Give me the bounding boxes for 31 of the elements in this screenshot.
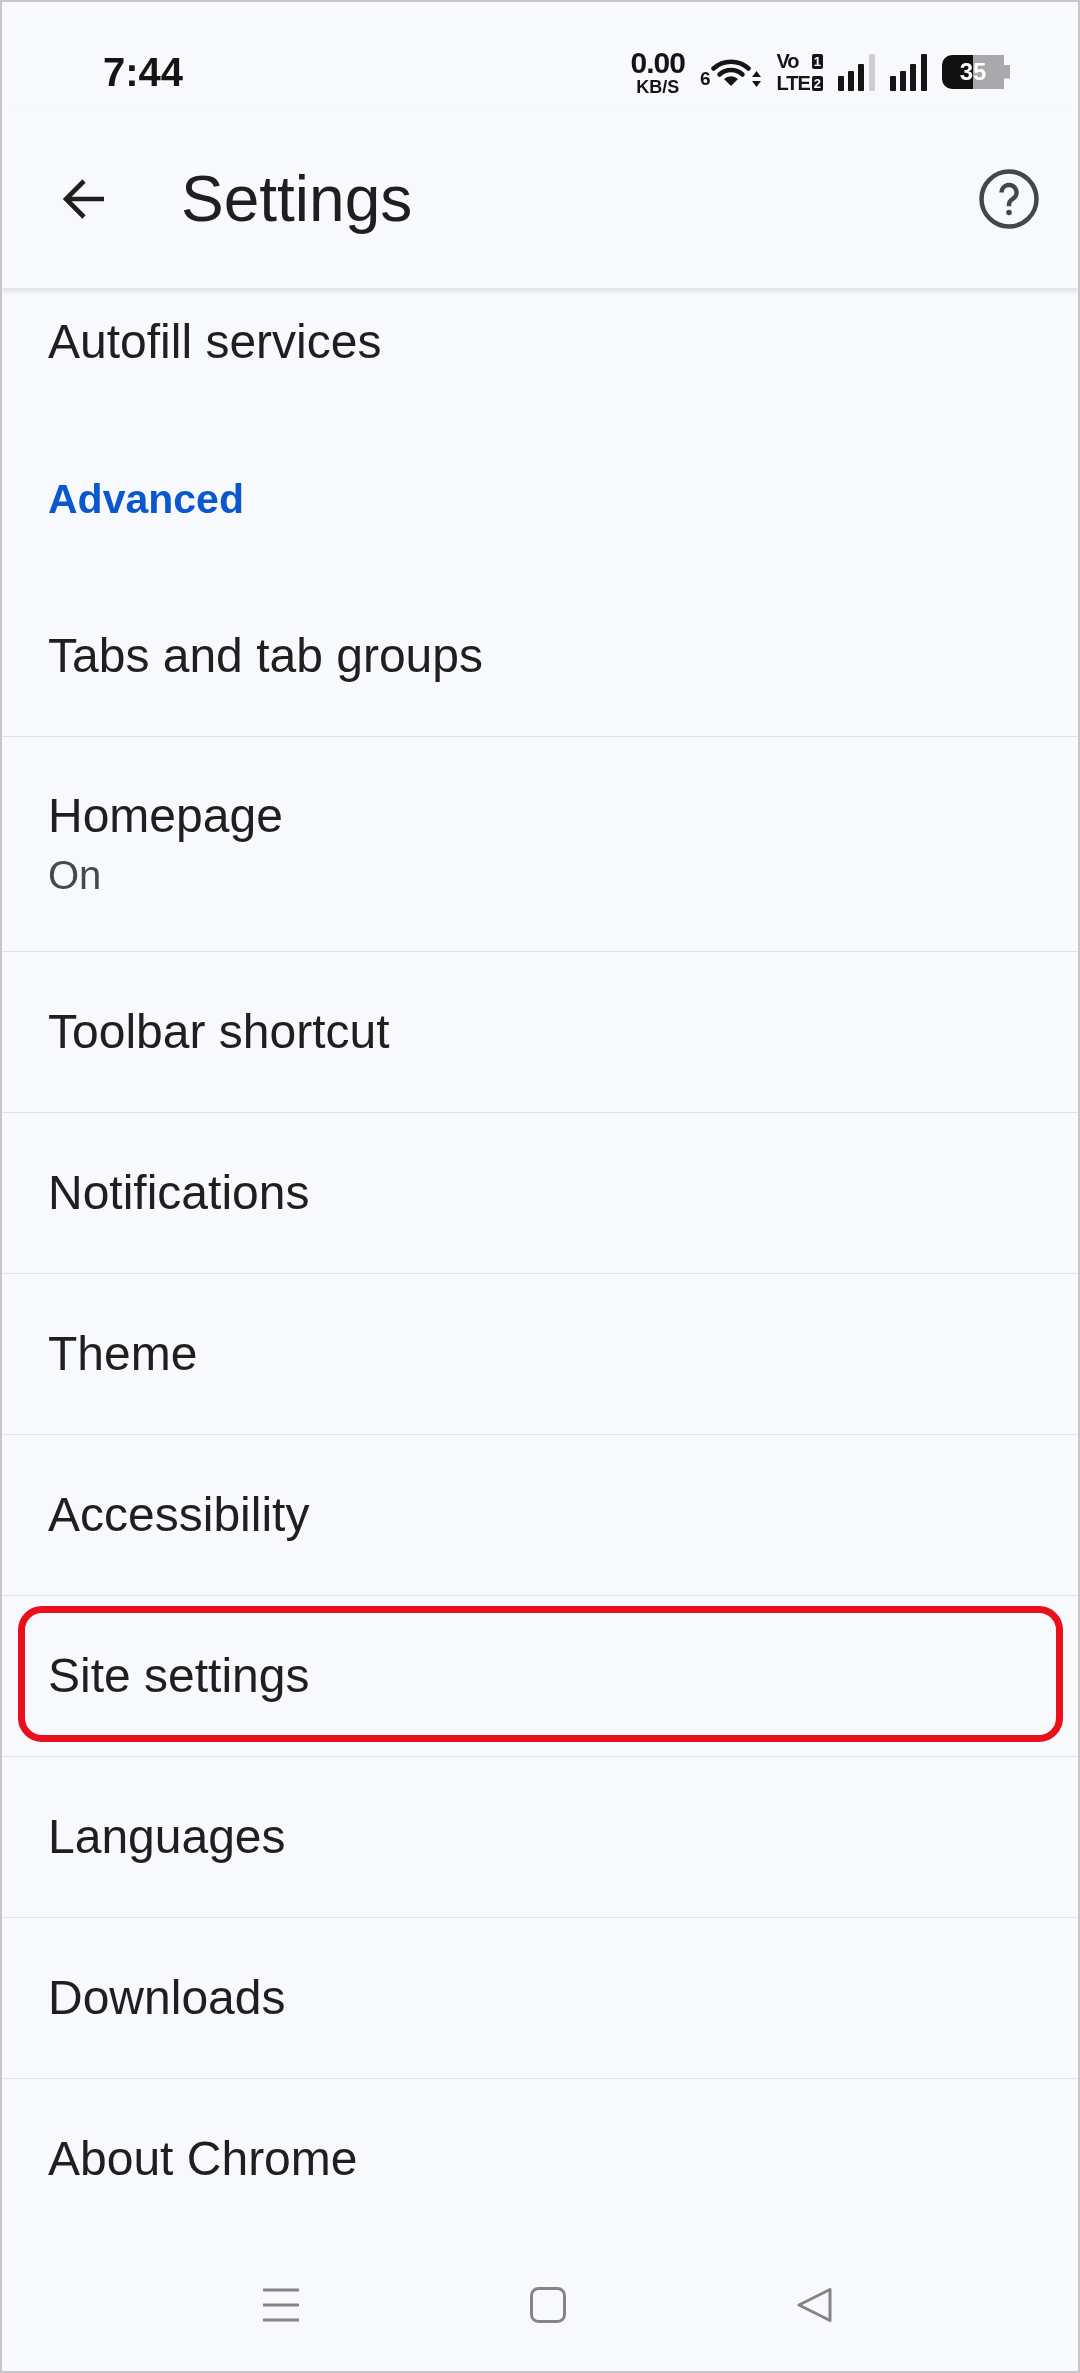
clock-time: 7:44 [103,52,184,92]
signal-icon [838,53,875,91]
help-icon [979,169,1039,229]
square-icon[interactable] [529,2287,566,2323]
settings-item[interactable]: Homepage On [2,737,1078,951]
menu-icon[interactable] [262,2287,299,2323]
item-summary: On [48,852,102,899]
battery-indicator: 35 [942,55,1010,89]
section-header: Advanced [48,476,244,522]
settings-item[interactable]: Toolbar shortcut [2,952,1078,1112]
network-type-label: Vo [776,51,800,71]
sim-badge: 1 [811,53,823,69]
page-title: Settings [181,161,413,237]
settings-item[interactable]: Autofill services [2,288,1078,396]
settings-item[interactable]: About Chrome [2,2079,1078,2239]
network-type-label: LTE [776,73,810,93]
back-icon[interactable] [796,2287,832,2323]
settings-item[interactable]: Languages [2,1757,1078,1917]
settings-item[interactable]: Downloads [2,1918,1078,2078]
wifi-standard-label: 6 [699,69,711,88]
settings-item[interactable]: Accessibility [2,1435,1078,1595]
sim-badge: 2 [811,75,823,91]
wifi-icon [711,57,752,87]
settings-item[interactable]: Notifications [2,1113,1078,1273]
network-speed: 0.00 [630,48,685,78]
signal-icon [890,53,927,91]
settings-item[interactable]: Theme [2,1274,1078,1434]
settings-item[interactable]: Site settings [2,1596,1078,1756]
settings-item[interactable]: Tabs and tab groups [2,576,1078,736]
speed-unit: KB/S [636,78,680,96]
data-arrows-icon [752,71,762,87]
